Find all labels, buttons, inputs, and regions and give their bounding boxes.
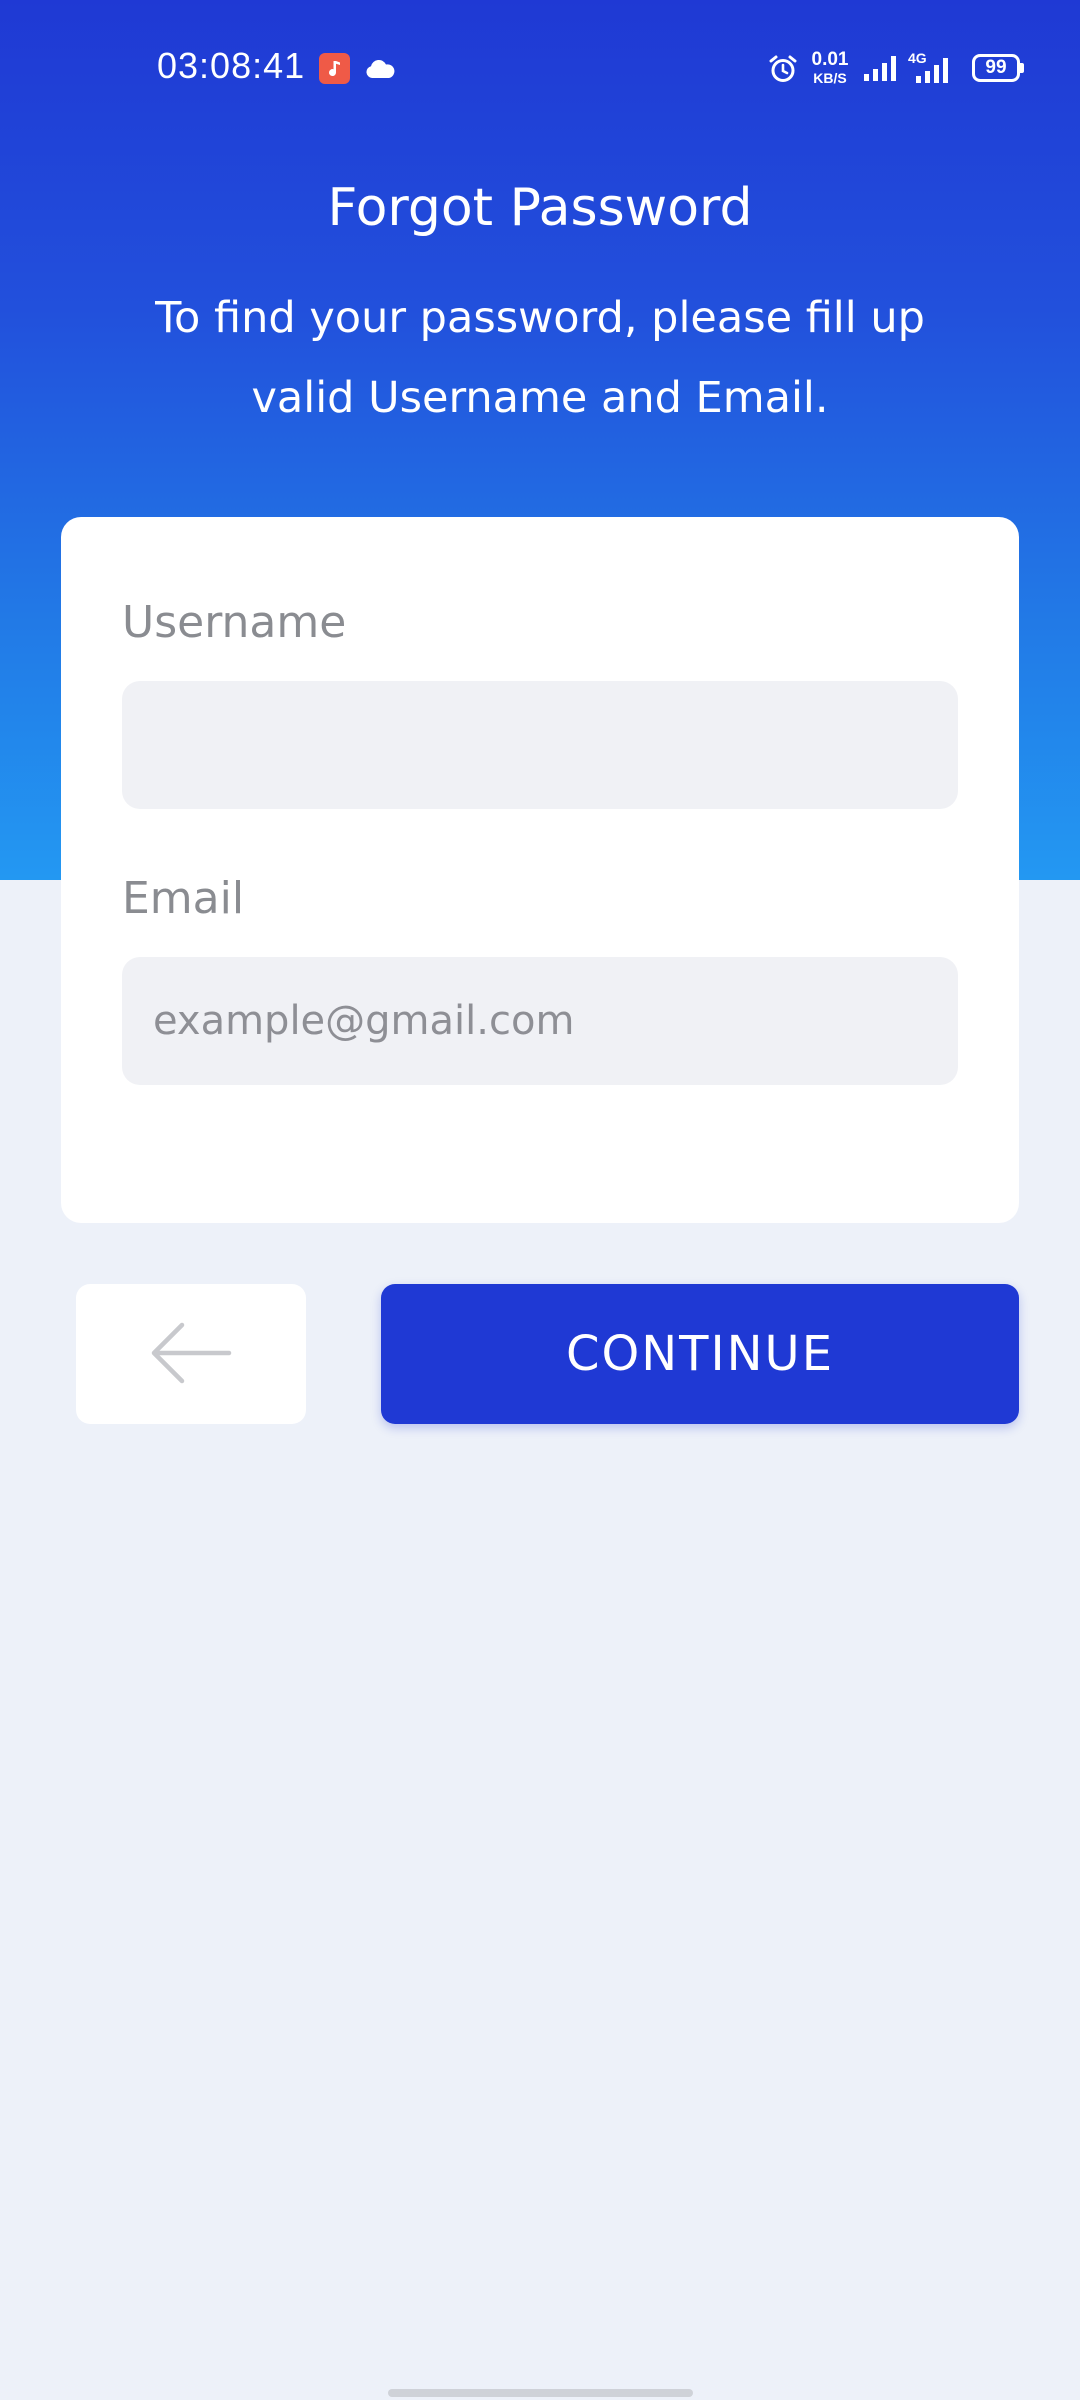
email-label: Email bbox=[122, 873, 245, 924]
status-time: 03:08:41 bbox=[157, 45, 306, 86]
username-label: Username bbox=[122, 597, 347, 648]
username-input[interactable] bbox=[122, 681, 958, 809]
music-app-icon bbox=[319, 53, 350, 84]
battery-icon: 99 bbox=[972, 54, 1020, 82]
signal-icon bbox=[862, 54, 900, 82]
net-speed-value: 0.01 bbox=[811, 49, 849, 70]
status-bar: 03:08:41 0.01 KB/S 4G 99 bbox=[0, 0, 1080, 136]
alarm-icon bbox=[767, 53, 799, 85]
net-speed: 0.01 KB/S bbox=[806, 50, 854, 85]
cloud-icon bbox=[364, 58, 396, 80]
form-card: Username Email bbox=[61, 517, 1019, 1223]
arrow-left-icon bbox=[149, 1322, 233, 1387]
back-button[interactable] bbox=[76, 1284, 306, 1424]
page-subtitle: To find your password, please fill up va… bbox=[155, 293, 925, 423]
battery-tip bbox=[1020, 63, 1024, 73]
network-type: 4G bbox=[908, 50, 927, 66]
home-indicator[interactable] bbox=[388, 2389, 693, 2397]
email-input[interactable] bbox=[122, 957, 958, 1085]
continue-button[interactable]: CONTINUE bbox=[381, 1284, 1019, 1424]
page-title: Forgot Password bbox=[327, 178, 753, 238]
net-speed-unit: KB/S bbox=[813, 70, 847, 86]
